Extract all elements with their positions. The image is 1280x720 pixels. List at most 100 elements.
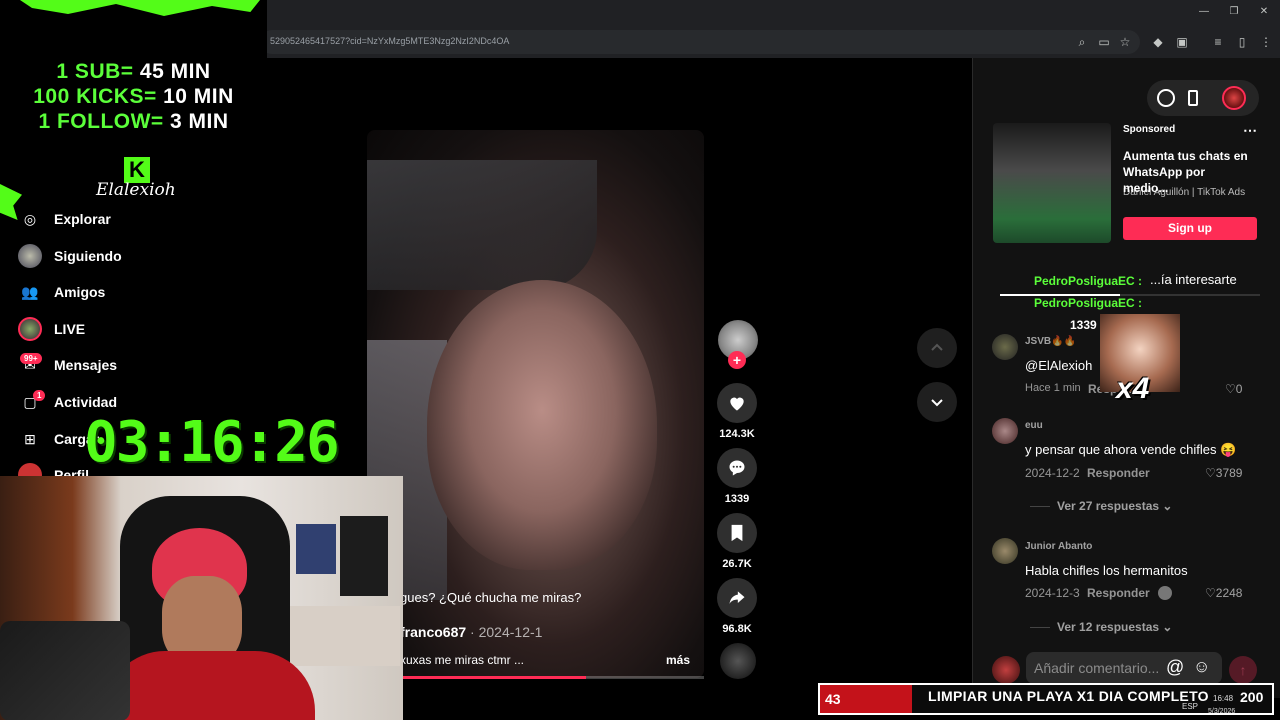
sidebar-item-label: Amigos <box>54 284 106 300</box>
bookmark-star-icon[interactable]: ☆ <box>1117 34 1133 50</box>
heart-icon <box>730 397 744 411</box>
music-disc[interactable] <box>720 643 756 679</box>
wall-poster <box>340 516 388 596</box>
commenter-avatar[interactable] <box>992 538 1018 564</box>
sidebar-item-label: Explorar <box>54 211 111 227</box>
video-caption-overlay: gues? ¿Qué chucha me miras? <box>400 590 582 605</box>
taskbar-clock[interactable]: 16:48 <box>1213 694 1233 703</box>
ad-signup-button[interactable]: Sign up <box>1123 217 1257 240</box>
heart-outline-icon: ♡ <box>1205 586 1216 600</box>
browser-menu-icon[interactable]: ⋮ <box>1258 34 1274 50</box>
chevron-down-icon <box>931 399 943 407</box>
reply-button[interactable]: Responder <box>1087 466 1150 480</box>
streamer-shirt <box>105 651 315 720</box>
goal-description: LIMPIAR UNA PLAYA X1 DIA COMPLETO <box>928 688 1209 704</box>
media-queue-icon[interactable]: ≡ <box>1210 34 1226 50</box>
commenter-name[interactable]: euu <box>1025 420 1043 431</box>
explore-compass-icon[interactable] <box>1157 89 1175 107</box>
video-progress-bar[interactable] <box>367 676 704 679</box>
sidebar-item-siguiendo[interactable]: Siguiendo <box>18 243 258 269</box>
goal-line-kicks: 100 KICKS= 10 MIN <box>0 85 267 109</box>
goal-label: 1 SUB= <box>56 60 134 83</box>
comment-total: 1339 <box>1070 318 1097 332</box>
goal-value: 45 MIN <box>139 60 211 83</box>
zoom-icon[interactable]: ⌕ <box>1074 34 1090 50</box>
chevron-down-icon: ⌄ <box>1162 620 1173 634</box>
streamer-signature: Elalexioh <box>96 180 176 200</box>
ad-sponsored-label: Sponsored <box>1123 124 1176 135</box>
webcam-feed <box>0 476 403 720</box>
comment-bubble-icon <box>729 460 745 476</box>
comment-text: @ElAlexioh <box>1025 358 1093 373</box>
sidebar-item-live[interactable]: LIVE <box>18 316 258 342</box>
video-author[interactable]: franco687 · 2024-12-1 <box>400 624 542 640</box>
comment-date: 2024-12-3 <box>1025 586 1080 600</box>
chevron-down-icon: ⌄ <box>1162 499 1173 513</box>
view-replies-label: Ver 27 respuestas <box>1057 499 1160 513</box>
following-avatar-icon <box>18 244 42 268</box>
follow-plus-icon[interactable]: + <box>728 351 746 369</box>
phone-app-icon[interactable] <box>1188 90 1198 106</box>
side-panel-icon[interactable]: ▯ <box>1234 34 1250 50</box>
commenter-name[interactable]: JSVB🔥🔥 <box>1025 336 1076 347</box>
comment-like-count: 2248 <box>1215 586 1243 600</box>
messages-badge: 99+ <box>20 353 42 364</box>
more-link[interactable]: más <box>666 653 690 667</box>
goal-label: 100 KICKS= <box>33 85 157 108</box>
tab-you-may-like[interactable]: ...ía interesarte <box>1150 272 1237 287</box>
goal-label: 1 FOLLOW= <box>38 110 164 133</box>
minimize-icon[interactable]: — <box>1196 6 1212 20</box>
close-icon[interactable]: ✕ <box>1256 6 1272 20</box>
goal-line-sub: 1 SUB= 45 MIN <box>0 60 267 84</box>
goal-current-count: 43 <box>820 685 912 713</box>
heart-outline-icon: ♡ <box>1225 382 1236 396</box>
creator-liked-avatar <box>1158 586 1172 600</box>
ad-more-options-icon[interactable]: ⋯ <box>1243 122 1257 139</box>
save-button[interactable] <box>717 513 757 553</box>
commenter-avatar[interactable] <box>992 334 1018 360</box>
save-count: 26.7K <box>722 558 752 570</box>
video-date: · 2024-12-1 <box>466 624 543 640</box>
profile-avatar[interactable] <box>1222 86 1246 110</box>
view-replies-button[interactable]: Ver 12 respuestas ⌄ <box>1057 620 1172 634</box>
extensions-puzzle-icon[interactable]: ▣ <box>1174 34 1190 50</box>
sidebar-item-mensajes[interactable]: ✉ Mensajes <box>18 352 258 378</box>
reply-button[interactable]: Responder <box>1087 586 1150 600</box>
comment-like-button[interactable]: ♡3789 <box>1205 466 1242 480</box>
subathon-timer: 03:16:26 <box>84 410 340 475</box>
view-replies-label: Ver 12 respuestas <box>1057 620 1160 634</box>
address-bar[interactable]: 529052465417527?cid=NzYxMzg5MTE3Nzg2NzI2… <box>260 30 1140 54</box>
sidebar-item-label: Actividad <box>54 394 118 410</box>
goal-value: 3 MIN <box>170 110 229 133</box>
share-button[interactable] <box>717 578 757 618</box>
mention-icon[interactable]: @ <box>1166 657 1184 678</box>
commenter-name[interactable]: Junior Abanto <box>1025 541 1092 552</box>
chevron-up-icon <box>931 343 943 351</box>
extension-diamond-icon[interactable]: ◆ <box>1150 34 1166 50</box>
share-arrow-icon <box>729 591 745 604</box>
microphone <box>0 621 130 720</box>
comment-like-count: 3789 <box>1215 466 1243 480</box>
author-name[interactable]: franco687 <box>400 624 466 640</box>
sidebar-item-amigos[interactable]: 👥 Amigos <box>18 279 258 305</box>
like-button[interactable] <box>717 383 757 423</box>
taskbar-date[interactable]: 5/3/2026 <box>1208 708 1235 715</box>
cast-icon[interactable]: ▭ <box>1096 34 1112 50</box>
own-avatar <box>992 656 1020 684</box>
comment-button[interactable] <box>717 448 757 488</box>
post-comment-button[interactable]: ↑ <box>1229 656 1257 684</box>
taskbar-language[interactable]: ESP <box>1182 702 1198 711</box>
heart-outline-icon: ♡ <box>1205 466 1216 480</box>
comment-like-button[interactable]: ♡2248 <box>1205 586 1242 600</box>
restore-icon[interactable]: ❐ <box>1226 6 1242 20</box>
live-icon <box>18 317 42 341</box>
share-count: 96.8K <box>722 623 752 635</box>
comment-like-button[interactable]: ♡0 <box>1225 382 1242 396</box>
ad-thumbnail[interactable] <box>993 123 1111 243</box>
previous-video-button[interactable] <box>917 328 957 368</box>
commenter-avatar[interactable] <box>992 418 1018 444</box>
emoji-icon[interactable]: ☺ <box>1193 657 1210 677</box>
view-replies-button[interactable]: Ver 27 respuestas ⌄ <box>1057 499 1172 513</box>
next-video-button[interactable] <box>917 382 957 422</box>
sidebar-item-label: Mensajes <box>54 357 118 373</box>
